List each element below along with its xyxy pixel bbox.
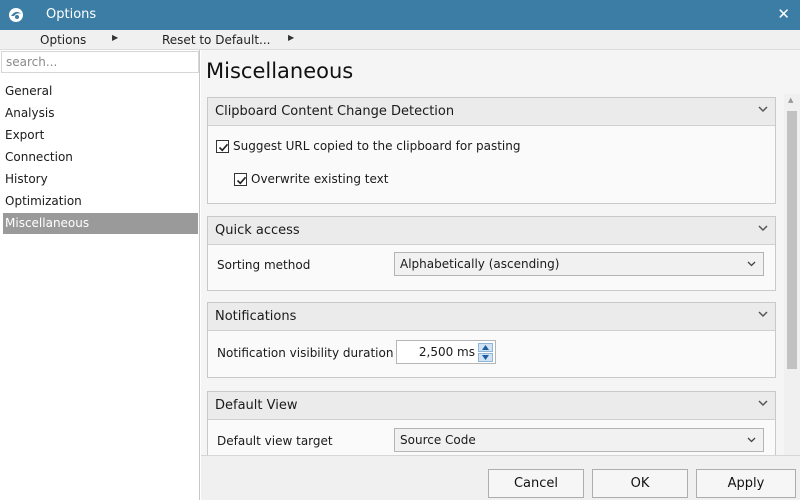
section-notifications: Notifications Notification visibility du… <box>207 302 776 378</box>
sidebar-item-history[interactable]: History <box>3 169 198 190</box>
chevron-down-icon[interactable] <box>757 222 769 234</box>
scrollbar-thumb[interactable] <box>787 111 797 369</box>
suggest-url-label: Suggest URL copied to the clipboard for … <box>233 139 521 153</box>
notification-duration-label: Notification visibility duration <box>217 346 394 360</box>
sidebar: General Analysis Export Connection Histo… <box>0 50 200 500</box>
cancel-button[interactable]: Cancel <box>488 469 584 498</box>
section-header[interactable]: Notifications <box>208 303 775 331</box>
overwrite-label: Overwrite existing text <box>251 172 389 186</box>
checkmark-icon <box>236 176 247 185</box>
section-default-view: Default View Default view target Source … <box>207 391 776 455</box>
section-quick-access: Quick access Sorting method Alphabetical… <box>207 216 776 291</box>
page-title: Miscellaneous <box>206 59 354 83</box>
submenu-arrow-icon: ▶ <box>112 33 119 42</box>
menu-bar: Options ▶ Reset to Default... ▶ <box>0 30 800 50</box>
submenu-arrow-icon: ▶ <box>288 33 295 42</box>
suggest-url-checkbox[interactable] <box>216 140 229 153</box>
sidebar-item-analysis[interactable]: Analysis <box>3 103 198 124</box>
menu-options[interactable]: Options <box>40 33 86 47</box>
stepper-down-icon[interactable] <box>478 353 493 362</box>
section-title: Clipboard Content Change Detection <box>215 104 455 119</box>
sidebar-item-connection[interactable]: Connection <box>3 147 198 168</box>
chevron-down-icon[interactable] <box>757 397 769 409</box>
section-header[interactable]: Default View <box>208 392 775 420</box>
notification-duration-value: 2,500 ms <box>418 345 475 359</box>
chevron-down-icon <box>747 261 756 267</box>
default-view-target-label: Default view target <box>217 434 333 448</box>
scroll-up-icon[interactable]: ▲ <box>788 96 793 104</box>
checkmark-icon <box>218 143 229 152</box>
section-header[interactable]: Quick access <box>208 217 775 245</box>
sidebar-item-export[interactable]: Export <box>3 125 198 146</box>
main-panel: Miscellaneous ▲ Clipboard Content Change… <box>201 50 800 455</box>
apply-button[interactable]: Apply <box>696 469 796 498</box>
sidebar-item-optimization[interactable]: Optimization <box>3 191 198 212</box>
sorting-method-select[interactable]: Alphabetically (ascending) <box>394 252 764 276</box>
vertical-scrollbar[interactable]: ▲ <box>784 94 800 455</box>
menu-reset-to-default[interactable]: Reset to Default... <box>162 33 271 47</box>
sidebar-item-general[interactable]: General <box>3 81 198 102</box>
search-input[interactable] <box>1 51 199 73</box>
chevron-down-icon[interactable] <box>757 103 769 115</box>
app-logo-icon <box>9 8 23 22</box>
notification-duration-stepper[interactable]: 2,500 ms <box>396 340 496 364</box>
section-title: Default View <box>215 398 298 413</box>
chevron-down-icon <box>747 437 756 443</box>
close-icon[interactable]: ✕ <box>777 5 790 23</box>
default-view-target-value: Source Code <box>400 433 476 447</box>
sidebar-item-miscellaneous[interactable]: Miscellaneous <box>3 213 198 234</box>
dialog-footer: Cancel OK Apply <box>201 455 800 500</box>
overwrite-checkbox[interactable] <box>234 173 247 186</box>
section-header[interactable]: Clipboard Content Change Detection <box>208 98 775 126</box>
section-clipboard: Clipboard Content Change Detection Sugge… <box>207 97 776 204</box>
sorting-method-value: Alphabetically (ascending) <box>400 257 560 271</box>
default-view-target-select[interactable]: Source Code <box>394 428 764 452</box>
stepper-up-icon[interactable] <box>478 343 493 352</box>
sorting-method-label: Sorting method <box>217 258 311 272</box>
section-title: Notifications <box>215 309 297 324</box>
window-title: Options <box>46 7 97 22</box>
ok-button[interactable]: OK <box>592 469 688 498</box>
section-title: Quick access <box>215 223 300 238</box>
stepper-buttons <box>478 343 493 362</box>
title-bar: Options ✕ <box>0 0 800 30</box>
chevron-down-icon[interactable] <box>757 308 769 320</box>
